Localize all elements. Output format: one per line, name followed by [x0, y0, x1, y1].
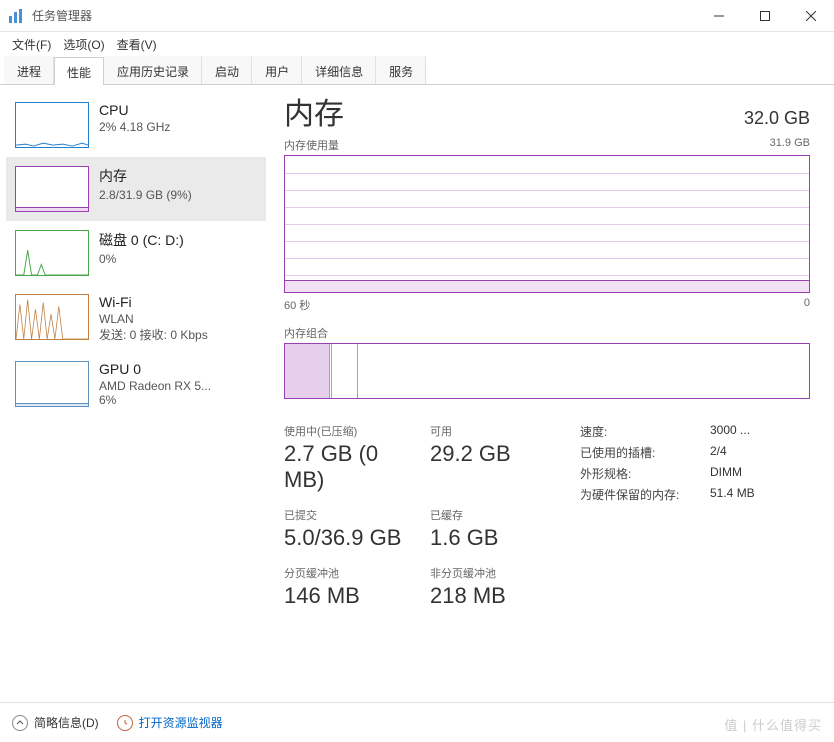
axis-right: 0 [804, 297, 810, 313]
sidebar-item-gpu[interactable]: GPU 0 AMD Radeon RX 5... 6% [6, 352, 266, 416]
stats: 使用中(已压缩) 2.7 GB (0 MB) 可用 29.2 GB 已提交 5.… [284, 423, 810, 609]
wifi-thumb [15, 294, 89, 340]
stat-cached: 已缓存 1.6 GB [430, 507, 552, 551]
sidebar-item-wifi[interactable]: Wi-Fi WLAN 发送: 0 接收: 0 Kbps [6, 285, 266, 352]
memory-thumb [15, 166, 89, 212]
composition-label: 内存组合 [284, 325, 328, 341]
sidebar-item-sub: 2.8/31.9 GB (9%) [99, 188, 257, 202]
usage-label: 内存使用量 [284, 137, 339, 153]
minimize-button[interactable] [696, 0, 742, 32]
sidebar-item-sub2: 发送: 0 接收: 0 Kbps [99, 326, 257, 343]
stat-paged: 分页缓冲池 146 MB [284, 565, 406, 609]
sidebar-item-sub2: 6% [99, 393, 257, 407]
gpu-thumb [15, 361, 89, 407]
disk-thumb [15, 230, 89, 276]
titlebar: 任务管理器 [0, 0, 834, 32]
menu-options[interactable]: 选项(O) [63, 36, 104, 53]
watermark: 值 | 什么值得买 [724, 715, 822, 734]
composition-label-row: 内存组合 [284, 325, 810, 341]
comp-standby [332, 344, 358, 398]
stats-right: 速度:3000 ... 已使用的插槽:2/4 外形规格:DIMM 为硬件保留的内… [580, 423, 810, 609]
detail-form: 外形规格:DIMM [580, 465, 810, 482]
chevron-up-icon [12, 715, 28, 731]
usage-chart [284, 155, 810, 293]
sidebar-item-disk[interactable]: 磁盘 0 (C: D:) 0% [6, 221, 266, 285]
composition-chart [284, 343, 810, 399]
tab-users[interactable]: 用户 [252, 56, 302, 84]
sidebar-item-sub: 0% [99, 252, 257, 266]
tab-services[interactable]: 服务 [376, 56, 426, 84]
app-icon [8, 8, 24, 24]
comp-free [358, 344, 809, 398]
stat-committed: 已提交 5.0/36.9 GB [284, 507, 406, 551]
sidebar-item-sub: WLAN [99, 312, 257, 326]
tab-details[interactable]: 详细信息 [302, 56, 376, 84]
window-title: 任务管理器 [32, 7, 696, 24]
window-controls [696, 0, 834, 32]
content: CPU 2% 4.18 GHz 内存 2.8/31.9 GB (9%) 磁盘 0… [0, 85, 834, 707]
sidebar-item-cpu[interactable]: CPU 2% 4.18 GHz [6, 93, 266, 157]
stat-available: 可用 29.2 GB [430, 423, 552, 493]
axis-left: 60 秒 [284, 297, 310, 313]
main-header: 内存 32.0 GB [284, 89, 810, 133]
sidebar-item-label: GPU 0 [99, 361, 257, 377]
tab-processes[interactable]: 进程 [4, 56, 54, 84]
fewer-details-button[interactable]: 简略信息(D) [12, 714, 99, 731]
sidebar-item-sub: 2% 4.18 GHz [99, 120, 257, 134]
detail-slots: 已使用的插槽:2/4 [580, 444, 810, 461]
tab-app-history[interactable]: 应用历史记录 [104, 56, 202, 84]
detail-speed: 速度:3000 ... [580, 423, 810, 440]
sidebar-item-memory[interactable]: 内存 2.8/31.9 GB (9%) [6, 157, 266, 221]
sidebar-item-label: 磁盘 0 (C: D:) [99, 230, 257, 250]
tabs: 进程 性能 应用历史记录 启动 用户 详细信息 服务 [0, 56, 834, 85]
sidebar: CPU 2% 4.18 GHz 内存 2.8/31.9 GB (9%) 磁盘 0… [0, 85, 272, 707]
menu-view[interactable]: 查看(V) [117, 36, 157, 53]
tab-startup[interactable]: 启动 [202, 56, 252, 84]
resmon-icon [117, 715, 133, 731]
tab-performance[interactable]: 性能 [54, 57, 104, 85]
stat-in-use: 使用中(已压缩) 2.7 GB (0 MB) [284, 423, 406, 493]
chart-axis: 60 秒 0 [284, 297, 810, 313]
comp-in-use [285, 344, 330, 398]
memory-total: 32.0 GB [744, 108, 810, 129]
detail-reserved: 为硬件保留的内存:51.4 MB [580, 486, 810, 503]
stat-nonpaged: 非分页缓冲池 218 MB [430, 565, 552, 609]
page-title: 内存 [284, 89, 344, 133]
main-panel: 内存 32.0 GB 内存使用量 31.9 GB 60 秒 0 内存组合 [272, 85, 834, 707]
sidebar-item-sub: AMD Radeon RX 5... [99, 379, 257, 393]
maximize-button[interactable] [742, 0, 788, 32]
open-resmon-link[interactable]: 打开资源监视器 [117, 714, 223, 731]
footer: 简略信息(D) 打开资源监视器 [0, 702, 834, 742]
menubar: 文件(F) 选项(O) 查看(V) [0, 32, 834, 56]
sidebar-item-label: CPU [99, 102, 257, 118]
sidebar-item-label: Wi-Fi [99, 294, 257, 310]
usage-chart-labels: 内存使用量 31.9 GB [284, 137, 810, 153]
menu-file[interactable]: 文件(F) [12, 36, 51, 53]
sidebar-item-label: 内存 [99, 166, 257, 186]
stats-left: 使用中(已压缩) 2.7 GB (0 MB) 可用 29.2 GB 已提交 5.… [284, 423, 552, 609]
close-button[interactable] [788, 0, 834, 32]
usage-max: 31.9 GB [770, 137, 810, 153]
cpu-thumb [15, 102, 89, 148]
